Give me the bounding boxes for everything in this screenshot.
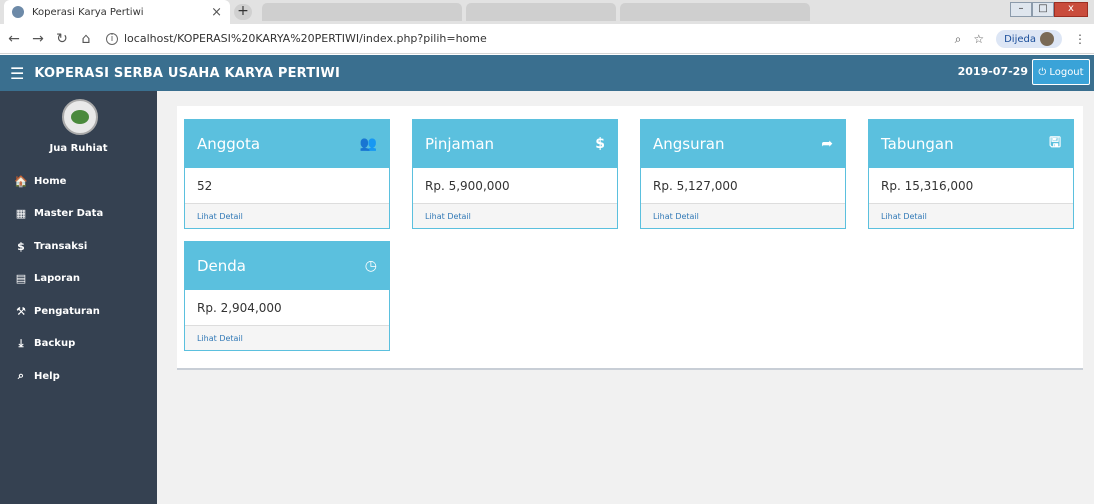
- card-value: Rp. 15,316,000: [869, 168, 1073, 204]
- profile-button[interactable]: Dijeda: [996, 30, 1062, 48]
- card-title: Anggota: [197, 135, 261, 153]
- sidebar-item-label: Master Data: [34, 208, 104, 220]
- card-title: Angsuran: [653, 135, 725, 153]
- card-value: Rp. 5,900,000: [413, 168, 617, 204]
- hamburger-menu-icon[interactable]: ☰: [10, 64, 24, 83]
- logo: [62, 99, 98, 135]
- card-header: Denda ◷: [185, 242, 389, 290]
- logout-label: Logout: [1049, 66, 1084, 78]
- dollar-icon: $: [595, 136, 605, 152]
- sidebar-item-pengaturan[interactable]: ⚒ Pengaturan: [0, 295, 157, 328]
- report-icon: ▤: [15, 272, 27, 286]
- minimize-button[interactable]: –: [1010, 2, 1032, 17]
- wrench-icon: ⚒: [16, 304, 26, 318]
- sidebar-item-master-data[interactable]: ▦ Master Data: [0, 198, 157, 231]
- card-angsuran: Angsuran ➦ Rp. 5,127,000 Lihat Detail: [640, 119, 846, 229]
- card-value: 52: [185, 168, 389, 204]
- card-detail-link[interactable]: Lihat Detail: [413, 204, 617, 228]
- window-controls: – □ x: [1010, 2, 1088, 17]
- sidebar-item-label: Backup: [34, 338, 76, 350]
- sidebar-item-label: Help: [34, 370, 60, 382]
- card-detail-link[interactable]: Lihat Detail: [185, 204, 389, 228]
- card-header: Anggota 👥: [185, 120, 389, 168]
- share-icon: ➦: [821, 136, 833, 152]
- logout-button[interactable]: ⏻ Logout: [1032, 59, 1090, 85]
- app-header: ☰ KOPERASI SERBA USAHA KARYA PERTIWI 201…: [0, 55, 1094, 91]
- browser-tabstrip: Koperasi Karya Pertiwi × + – □ x: [0, 0, 1094, 24]
- card-denda: Denda ◷ Rp. 2,904,000 Lihat Detail: [184, 241, 390, 351]
- card-title: Pinjaman: [425, 135, 495, 153]
- browser-tab-active[interactable]: Koperasi Karya Pertiwi ×: [4, 0, 230, 24]
- power-icon: ⏻: [1038, 66, 1047, 78]
- help-icon: ⌕: [17, 369, 25, 383]
- card-title: Tabungan: [881, 135, 954, 153]
- grid-icon: ▦: [15, 207, 27, 221]
- sidebar-item-label: Laporan: [34, 273, 80, 285]
- sidebar-item-help[interactable]: ⌕ Help: [0, 360, 157, 393]
- main-content: Anggota 👥 52 Lihat Detail Pinjaman $ Rp. 5,900…: [157, 91, 1094, 504]
- clock-icon: ◷: [364, 258, 377, 274]
- sidebar-menu: 🏠 Home ▦ Master Data $ Transaksi ▤ Laporan ⚒ Peng…: [0, 165, 157, 393]
- card-header: Pinjaman $: [413, 120, 617, 168]
- tab-title: Koperasi Karya Pertiwi: [32, 6, 144, 18]
- dashboard-panel: Anggota 👥 52 Lihat Detail Pinjaman $ Rp. 5,900…: [177, 106, 1083, 370]
- sidebar-item-laporan[interactable]: ▤ Laporan: [0, 263, 157, 296]
- header-date: 2019-07-29: [957, 65, 1028, 78]
- card-detail-link[interactable]: Lihat Detail: [185, 326, 389, 350]
- card-value: Rp. 5,127,000: [641, 168, 845, 204]
- sidebar-item-label: Home: [34, 175, 67, 187]
- card-detail-link[interactable]: Lihat Detail: [641, 204, 845, 228]
- app-title: KOPERASI SERBA USAHA KARYA PERTIWI: [34, 65, 340, 81]
- more-menu-icon[interactable]: ⋮: [1074, 32, 1086, 46]
- zoom-icon[interactable]: ⌕: [955, 32, 962, 47]
- avatar: [1040, 32, 1054, 46]
- sidebar-item-label: Transaksi: [34, 240, 88, 252]
- card-anggota: Anggota 👥 52 Lihat Detail: [184, 119, 390, 229]
- address-bar: ← → ↻ ⌂ i localhost/KOPERASI%20KARYA%20P…: [0, 24, 1094, 54]
- maximize-button[interactable]: □: [1032, 2, 1054, 17]
- back-arrow-icon[interactable]: ←: [4, 31, 24, 47]
- home-icon: 🏠: [14, 174, 28, 188]
- info-icon[interactable]: i: [106, 32, 118, 45]
- save-icon: 🖫: [1049, 135, 1061, 151]
- forward-arrow-icon[interactable]: →: [28, 31, 48, 47]
- sidebar: Jua Ruhiat 🏠 Home ▦ Master Data $ Transaksi ▤ L…: [0, 91, 157, 504]
- tab-close-icon[interactable]: ×: [211, 5, 222, 20]
- user-name: Jua Ruhiat: [49, 143, 108, 154]
- window-close-button[interactable]: x: [1054, 2, 1088, 17]
- dollar-icon: $: [17, 239, 25, 253]
- url-text: localhost/KOPERASI%20KARYA%20PERTIWI/ind…: [124, 32, 487, 45]
- home-icon[interactable]: ⌂: [76, 31, 96, 47]
- site-favicon-icon: [12, 6, 24, 18]
- sidebar-item-label: Pengaturan: [34, 305, 100, 317]
- sidebar-item-transaksi[interactable]: $ Transaksi: [0, 230, 157, 263]
- browser-tab-inactive[interactable]: [620, 3, 810, 21]
- card-tabungan: Tabungan 🖫 Rp. 15,316,000 Lihat Detail: [868, 119, 1074, 229]
- card-detail-link[interactable]: Lihat Detail: [869, 204, 1073, 228]
- download-icon: ⤓: [18, 336, 24, 350]
- new-tab-button[interactable]: +: [234, 4, 252, 20]
- users-icon: 👥: [359, 136, 377, 152]
- card-title: Denda: [197, 257, 246, 275]
- sidebar-item-backup[interactable]: ⤓ Backup: [0, 328, 157, 361]
- browser-tab-inactive[interactable]: [466, 3, 616, 21]
- browser-tab-inactive[interactable]: [262, 3, 462, 21]
- profile-name: Dijeda: [1004, 33, 1036, 45]
- card-pinjaman: Pinjaman $ Rp. 5,900,000 Lihat Detail: [412, 119, 618, 229]
- bookmark-star-icon[interactable]: ☆: [973, 32, 984, 46]
- card-value: Rp. 2,904,000: [185, 290, 389, 326]
- sidebar-item-home[interactable]: 🏠 Home: [0, 165, 157, 198]
- reload-icon[interactable]: ↻: [52, 31, 72, 47]
- url-field[interactable]: i localhost/KOPERASI%20KARYA%20PERTIWI/i…: [106, 32, 487, 45]
- card-header: Tabungan 🖫: [869, 120, 1073, 168]
- card-header: Angsuran ➦: [641, 120, 845, 168]
